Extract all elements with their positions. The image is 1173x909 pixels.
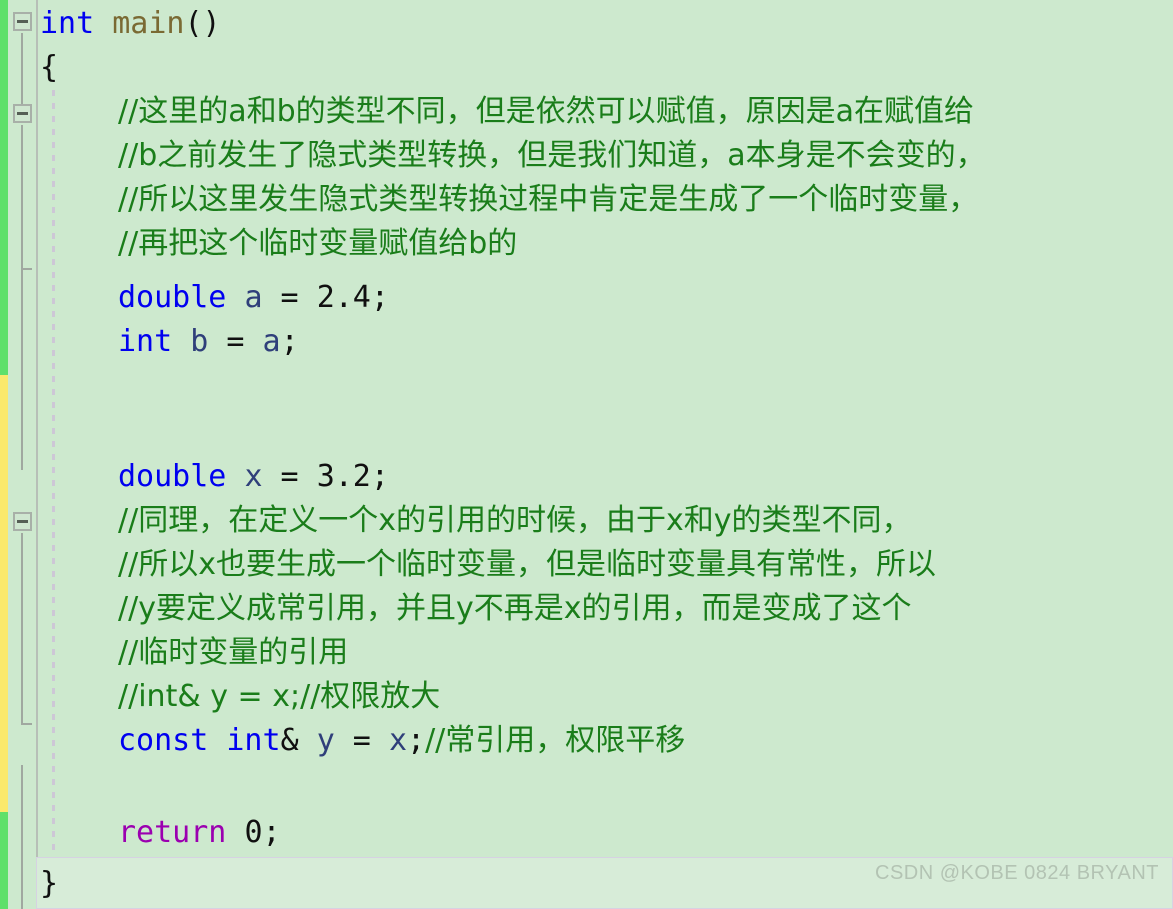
- code-token-cmt: //同理，在定义一个x的引用的时候，由于x和y的类型不同，: [118, 503, 912, 538]
- code-token-pun: [94, 6, 112, 41]
- code-line[interactable]: //y要定义成常引用，并且y不再是x的引用，而是变成了这个: [0, 587, 1173, 631]
- code-token-pun: =: [262, 280, 317, 315]
- code-token-pun: [226, 459, 244, 494]
- code-line[interactable]: //所以这里发生隐式类型转换过程中肯定是生成了一个临时变量，: [0, 178, 1173, 222]
- code-token-cmt: //b之前发生了隐式类型转换，但是我们知道，a本身是不会变的，: [118, 138, 986, 173]
- code-token-kw: int: [118, 324, 173, 359]
- code-token-pun: (): [184, 6, 221, 41]
- code-token-pun: [226, 815, 244, 850]
- code-line[interactable]: //同理，在定义一个x的引用的时候，由于x和y的类型不同，: [0, 499, 1173, 543]
- code-token-num: 2.4: [316, 280, 371, 315]
- code-line[interactable]: int main(): [0, 2, 1173, 46]
- code-line[interactable]: {: [0, 46, 1173, 90]
- code-line[interactable]: //这里的a和b的类型不同，但是依然可以赋值，原因是a在赋值给: [0, 90, 1173, 134]
- code-token-cmt: //y要定义成常引用，并且y不再是x的引用，而是变成了这个: [118, 591, 912, 626]
- code-token-cmt: //这里的a和b的类型不同，但是依然可以赋值，原因是a在赋值给: [118, 94, 975, 129]
- code-token-var: x: [388, 723, 407, 758]
- code-token-pun: {: [40, 50, 59, 85]
- code-line[interactable]: [0, 408, 1173, 452]
- code-token-kw: int: [40, 6, 95, 41]
- code-token-pun: ;: [370, 459, 389, 494]
- code-token-var: b: [190, 324, 209, 359]
- code-token-pun: [226, 280, 244, 315]
- code-token-var: y: [316, 723, 335, 758]
- code-token-pun: =: [334, 723, 389, 758]
- code-text-layer[interactable]: int main() { //这里的a和b的类型不同，但是依然可以赋值，原因是a在赋…: [0, 0, 1173, 909]
- code-editor-surface[interactable]: int main() { //这里的a和b的类型不同，但是依然可以赋值，原因是a在赋…: [0, 0, 1173, 909]
- code-token-cmt: //临时变量的引用: [118, 635, 349, 670]
- code-token-pun: ;: [370, 280, 389, 315]
- code-line[interactable]: [0, 364, 1173, 408]
- code-token-pun: }: [40, 866, 59, 901]
- csdn-watermark: CSDN @KOBE 0824 BRYANT: [875, 862, 1159, 884]
- code-token-pun: &: [280, 723, 317, 758]
- code-token-cmt: //int& y = x;//权限放大: [118, 679, 441, 714]
- code-token-ret: return: [118, 815, 227, 850]
- code-token-pun: =: [208, 324, 263, 359]
- code-token-pun: [172, 324, 190, 359]
- code-token-kw: double: [118, 459, 227, 494]
- code-token-cmt: //所以这里发生隐式类型转换过程中肯定是生成了一个临时变量，: [118, 182, 979, 217]
- code-line[interactable]: //临时变量的引用: [0, 631, 1173, 675]
- code-token-pun: =: [262, 459, 317, 494]
- code-token-cmt: //常引用，权限平移: [425, 723, 686, 758]
- code-line[interactable]: double x = 3.2;: [0, 455, 1173, 499]
- code-line[interactable]: //b之前发生了隐式类型转换，但是我们知道，a本身是不会变的，: [0, 134, 1173, 178]
- code-line[interactable]: int b = a;: [0, 320, 1173, 364]
- code-token-num: 3.2: [316, 459, 371, 494]
- code-line[interactable]: double a = 2.4;: [0, 276, 1173, 320]
- code-line[interactable]: //所以x也要生成一个临时变量，但是临时变量具有常性，所以: [0, 543, 1173, 587]
- code-token-cmt: //再把这个临时变量赋值给b的: [118, 226, 518, 261]
- code-token-pun: ;: [280, 324, 299, 359]
- code-line[interactable]: //int& y = x;//权限放大: [0, 675, 1173, 719]
- code-token-var: x: [244, 459, 263, 494]
- code-token-cmt: //所以x也要生成一个临时变量，但是临时变量具有常性，所以: [118, 547, 936, 582]
- code-token-kw: const: [118, 723, 209, 758]
- code-line[interactable]: //再把这个临时变量赋值给b的: [0, 222, 1173, 266]
- code-line[interactable]: [0, 763, 1173, 807]
- code-token-fn: main: [112, 6, 185, 41]
- code-token-kw: double: [118, 280, 227, 315]
- code-token-pun: ;: [407, 723, 426, 758]
- code-line[interactable]: const int& y = x;//常引用，权限平移: [0, 719, 1173, 763]
- code-token-pun: [208, 723, 226, 758]
- code-token-var: a: [244, 280, 263, 315]
- code-token-kw: int: [226, 723, 281, 758]
- code-line[interactable]: return 0;: [0, 811, 1173, 855]
- code-token-num: 0: [244, 815, 263, 850]
- code-token-pun: ;: [262, 815, 281, 850]
- code-token-var: a: [262, 324, 281, 359]
